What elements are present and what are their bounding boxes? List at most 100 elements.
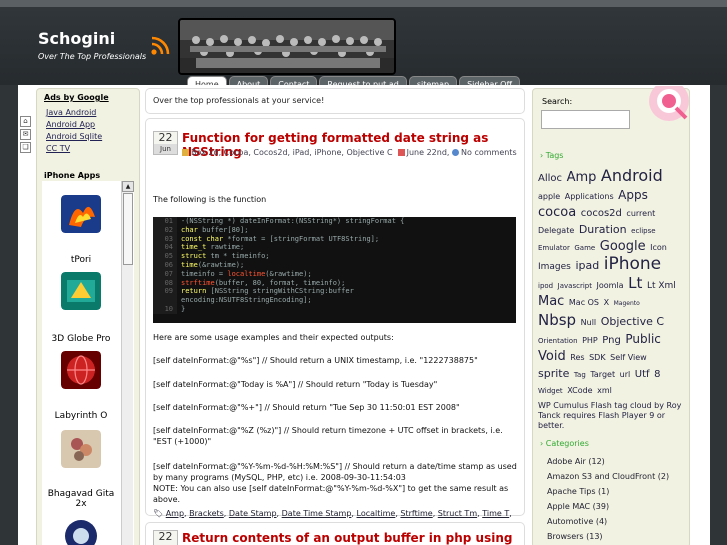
- tag-cloud-link[interactable]: XCode: [567, 386, 592, 395]
- category-link[interactable]: Apple MAC (39): [547, 499, 669, 514]
- category-link[interactable]: Browsers (13): [547, 529, 669, 544]
- tag-icon: 🏷: [153, 509, 166, 518]
- mail-icon[interactable]: ✉: [20, 129, 31, 140]
- code-line-text: }: [181, 304, 186, 313]
- tag-link[interactable]: Strftime: [400, 509, 432, 518]
- ads-heading[interactable]: Ads by Google: [44, 93, 109, 102]
- ad-link[interactable]: Java Android: [46, 107, 102, 119]
- tag-link[interactable]: Brackets: [189, 509, 224, 518]
- code-line-text: timeinfo = localtime(&rawtime);: [181, 269, 312, 278]
- tag-cloud-link[interactable]: current: [626, 209, 655, 218]
- usage-note: NOTE: You can also use [self dateInForma…: [153, 484, 509, 504]
- tag-link[interactable]: Amp: [166, 509, 184, 518]
- tag-cloud-link[interactable]: Widget: [538, 387, 563, 395]
- tag-cloud-link[interactable]: Images: [538, 262, 571, 272]
- app-name[interactable]: Labyrinth O: [42, 411, 120, 421]
- tag-cloud-link[interactable]: Public: [625, 332, 661, 346]
- app-icon-gita[interactable]: [61, 516, 101, 545]
- tag-cloud-link[interactable]: Alloc: [538, 173, 562, 184]
- tag-link[interactable]: Localtime: [357, 509, 396, 518]
- category-link[interactable]: Adobe Air (12): [547, 454, 669, 469]
- app-icon-labyrinth[interactable]: [61, 430, 101, 468]
- post-title-link[interactable]: Return contents of an output buffer in p…: [182, 531, 512, 545]
- app-icon-globe[interactable]: [61, 351, 101, 389]
- tag-link[interactable]: Time T: [482, 509, 509, 518]
- tag-cloud-link[interactable]: Emulator: [538, 244, 570, 252]
- tag-cloud-link[interactable]: Lt: [628, 274, 642, 292]
- code-line-text: const char *format = [stringFormat UTF8S…: [181, 234, 380, 243]
- tag-cloud-link[interactable]: Duration: [579, 223, 627, 236]
- tag-cloud-link[interactable]: 8: [654, 369, 660, 380]
- tag-link[interactable]: Date Stamp: [229, 509, 277, 518]
- tag-cloud-link[interactable]: Joomla: [597, 281, 624, 290]
- tag-cloud-link[interactable]: Self View: [610, 353, 647, 362]
- code-line: 03 const char *format = [stringFormat UT…: [153, 234, 516, 244]
- ad-link[interactable]: CC TV: [46, 143, 102, 155]
- tag-cloud-link[interactable]: Amp: [567, 170, 597, 185]
- tag-cloud-link[interactable]: Null: [581, 318, 597, 327]
- site-title[interactable]: Schogini: [38, 29, 115, 48]
- main-column: Over the top professionals at your servi…: [145, 88, 526, 545]
- categories-heading: › Categories: [540, 439, 589, 448]
- tag-cloud-link[interactable]: iPhone: [604, 254, 661, 274]
- tag-cloud-link[interactable]: cocoa: [538, 205, 576, 220]
- tag-cloud-link[interactable]: PHP: [582, 336, 598, 345]
- tag-cloud-link[interactable]: SDK: [589, 353, 605, 362]
- scroll-thumb[interactable]: [123, 193, 133, 265]
- tag-cloud-link[interactable]: Delegate: [538, 226, 574, 235]
- rss-icon[interactable]: [150, 35, 171, 56]
- tag-cloud-link[interactable]: Apps: [618, 188, 648, 202]
- ad-link[interactable]: Android App: [46, 119, 102, 131]
- tag-cloud-link[interactable]: Nbsp: [538, 311, 576, 329]
- app-icon-phoenix[interactable]: [61, 195, 101, 233]
- scroll-up-arrow[interactable]: ▲: [122, 181, 134, 192]
- tag-cloud-link[interactable]: Icon: [650, 243, 667, 252]
- category-link[interactable]: Amazon S3 and CloudFront (2): [547, 469, 669, 484]
- tag-cloud-link[interactable]: Game: [574, 244, 595, 252]
- tag-cloud-link[interactable]: Mac OS: [569, 298, 599, 307]
- app-name[interactable]: Bhagavad Gita 2x: [42, 489, 120, 509]
- tag-cloud-link[interactable]: cocos2d: [581, 208, 622, 219]
- tag-cloud-link[interactable]: Void: [538, 349, 566, 364]
- tag-cloud-link[interactable]: X: [604, 298, 609, 307]
- ad-link[interactable]: Android Sqlite: [46, 131, 102, 143]
- tag-cloud-link[interactable]: ipad: [575, 259, 599, 272]
- app-name[interactable]: 3D Globe Pro: [42, 334, 120, 344]
- bookmark-icon[interactable]: ❏: [20, 142, 31, 153]
- tag-cloud-link[interactable]: Tag: [574, 371, 586, 379]
- tag-cloud-link[interactable]: sprite: [538, 367, 569, 380]
- tag-cloud-link[interactable]: Orientation: [538, 337, 578, 345]
- tag-cloud-link[interactable]: ipod: [538, 282, 553, 290]
- tag-cloud-link[interactable]: Lt Xml: [647, 281, 676, 291]
- tag-cloud-link[interactable]: Mac: [538, 294, 564, 309]
- comments-link[interactable]: No comments: [461, 148, 517, 157]
- tag-cloud-link[interactable]: Objective C: [601, 315, 664, 328]
- tag-cloud-link[interactable]: url: [620, 370, 631, 379]
- post-categories[interactable]: Box 2d, Cocoa, Cocos2d, iPad, iPhone, Ob…: [191, 148, 393, 157]
- home-icon[interactable]: ⌂: [20, 116, 31, 127]
- tags-heading: › Tags: [540, 151, 564, 160]
- tag-cloud-link[interactable]: xml: [597, 386, 612, 395]
- category-link[interactable]: Automotive (4): [547, 514, 669, 529]
- tag-cloud-link[interactable]: Google: [600, 239, 646, 254]
- apps-scrollbar[interactable]: ▲: [121, 181, 134, 545]
- category-link[interactable]: Apache Tips (1): [547, 484, 669, 499]
- tag-cloud-link[interactable]: Android: [601, 166, 663, 185]
- tag-cloud-link[interactable]: Javascript: [558, 282, 592, 290]
- tag-link[interactable]: Struct Tm: [438, 509, 477, 518]
- tag-cloud: Alloc Amp Android apple Applications App…: [538, 168, 682, 431]
- code-line-number: 09: [153, 287, 177, 297]
- tag-cloud-link[interactable]: Utf: [635, 369, 650, 380]
- tag-cloud-link[interactable]: Applications: [565, 192, 614, 201]
- tag-cloud-link[interactable]: Png: [602, 335, 621, 346]
- app-icon-tpori[interactable]: [61, 272, 101, 310]
- code-line-number: [153, 296, 177, 305]
- tag-cloud-link[interactable]: Target: [590, 370, 615, 379]
- search-input[interactable]: [541, 110, 630, 129]
- tag-cloud-link[interactable]: Res: [570, 353, 584, 362]
- tag-cloud-link[interactable]: eclipse: [631, 227, 655, 235]
- tag-cloud-link[interactable]: Magento: [614, 300, 640, 307]
- app-name[interactable]: tPori: [42, 255, 120, 265]
- tag-cloud-link[interactable]: apple: [538, 192, 560, 201]
- tag-link[interactable]: Date Time Stamp: [282, 509, 352, 518]
